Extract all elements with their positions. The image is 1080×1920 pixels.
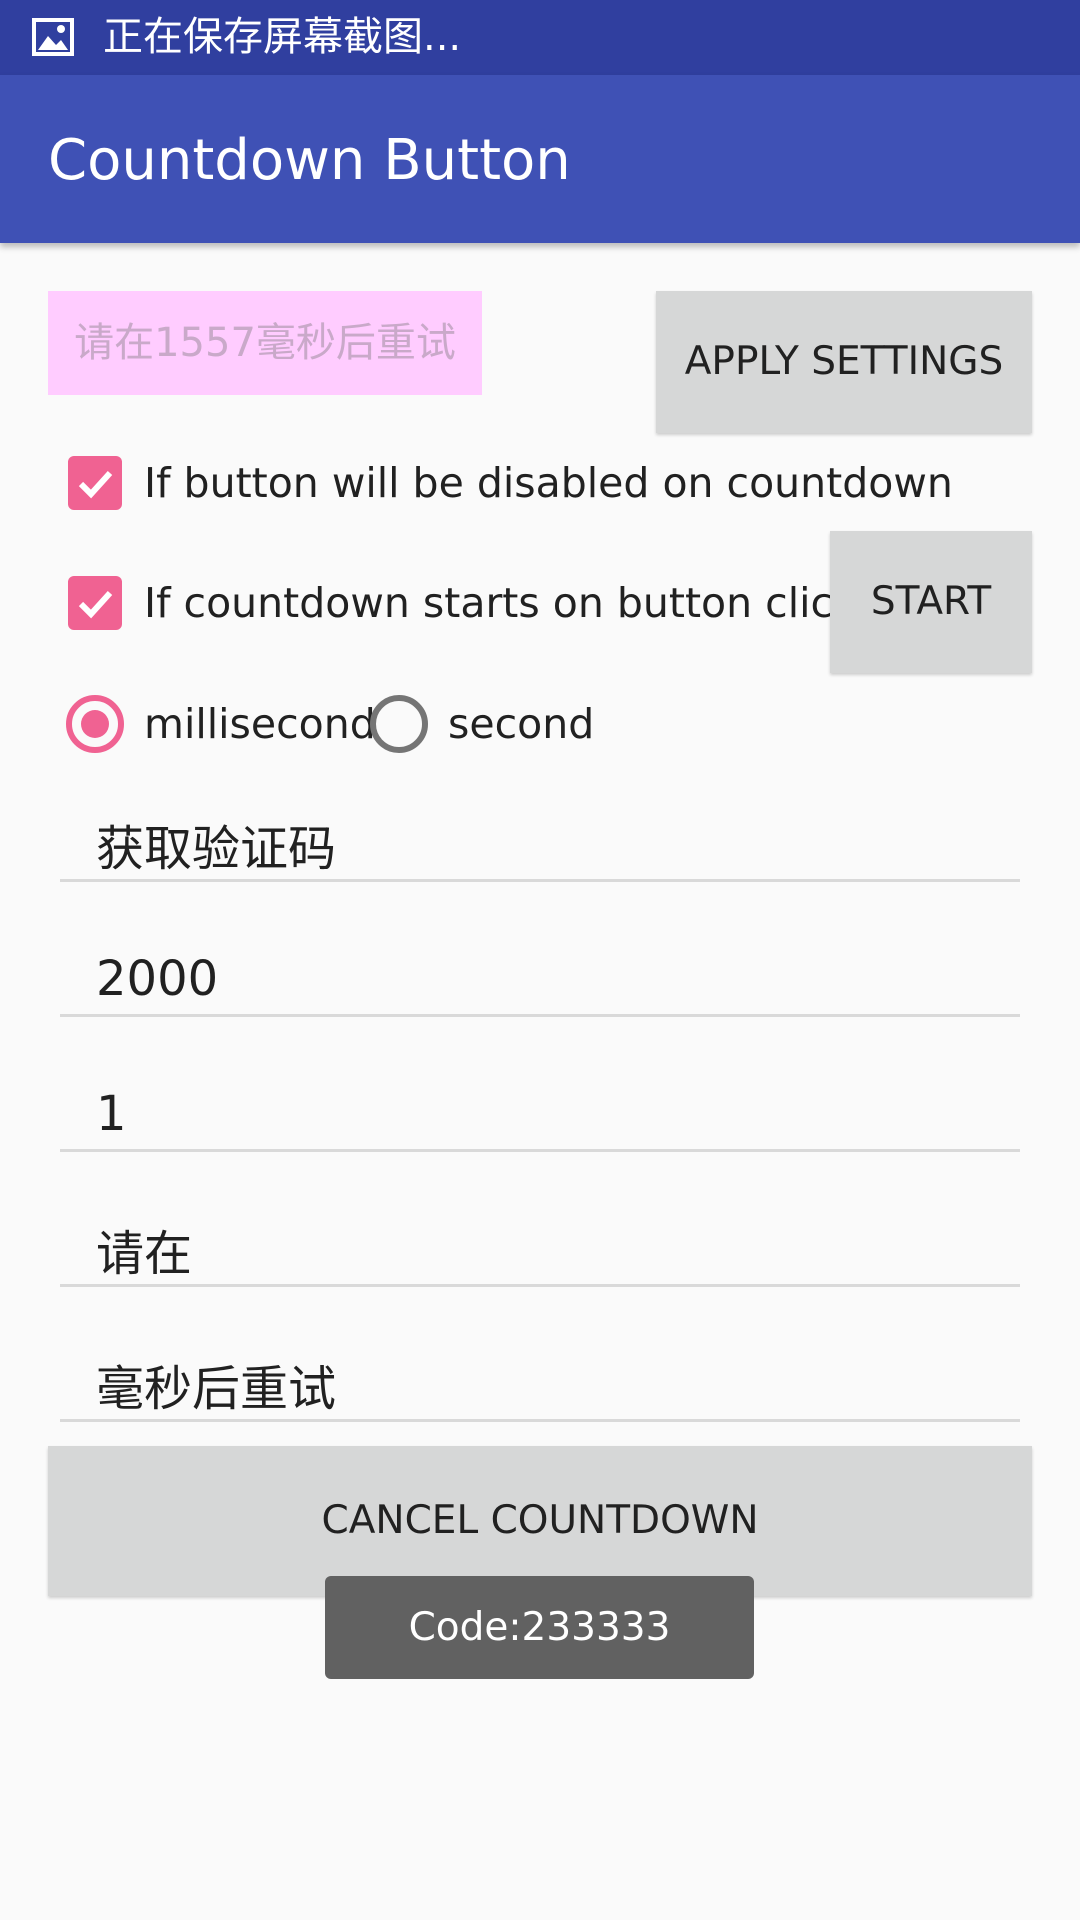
checkmark-icon	[78, 590, 113, 619]
cancel-countdown-button[interactable]: CANCEL COUNTDOWN	[48, 1446, 1032, 1596]
second-radio[interactable]	[370, 695, 428, 753]
app-title: Countdown Button	[48, 128, 571, 193]
interval-field[interactable]	[60, 1078, 1020, 1152]
start-on-click-checkbox[interactable]	[68, 576, 122, 630]
apply-settings-button[interactable]: APPLY SETTINGS	[656, 291, 1032, 433]
status-notification-text: 正在保存屏幕截图...	[103, 14, 462, 60]
disable-on-countdown-checkbox[interactable]	[68, 456, 122, 510]
millisecond-radio[interactable]	[66, 695, 124, 753]
image-icon	[32, 18, 74, 56]
countdown-button[interactable]: 请在1557毫秒后重试	[48, 291, 482, 395]
button-text-field[interactable]	[60, 808, 1020, 882]
status-bar: 正在保存屏幕截图...	[0, 0, 1080, 75]
app-bar: Countdown Button	[0, 75, 1080, 243]
suffix-text-field[interactable]	[60, 1348, 1020, 1422]
duration-field[interactable]	[60, 943, 1020, 1017]
toast-message: Code:233333	[325, 1576, 754, 1679]
disable-on-countdown-label: If button will be disabled on countdown	[144, 459, 953, 507]
start-on-click-label: If countdown starts on button clicked	[144, 579, 907, 627]
checkmark-icon	[78, 470, 113, 499]
second-label: second	[448, 700, 595, 748]
start-button[interactable]: START	[830, 531, 1032, 673]
prefix-text-field[interactable]	[60, 1213, 1020, 1287]
millisecond-label: millisecond	[144, 700, 376, 748]
